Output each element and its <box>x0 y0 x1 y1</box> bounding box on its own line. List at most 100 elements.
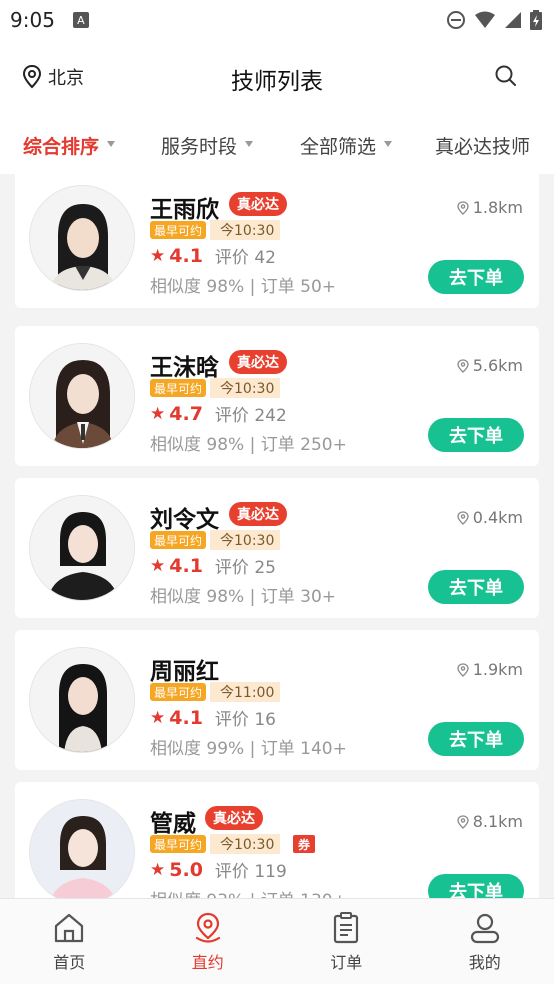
availability: 最早可约 今11:00 <box>150 682 281 702</box>
tab-label: 综合排序 <box>23 136 100 158</box>
rating-score: 4.7 <box>169 402 203 425</box>
technician-card[interactable]: 周丽红 最早可约 今11:00 ★ 4.1 评价 16 相似度 99% | 订单… <box>15 630 539 770</box>
rating-row: ★ 4.1 评价 42 <box>150 243 276 269</box>
rating-score: 5.0 <box>169 858 203 881</box>
technician-card[interactable]: 王雨欣 真必达 最早可约 今10:30 ★ 4.1 评价 42 相似度 98% … <box>15 174 539 308</box>
tab-time-slot[interactable]: 服务时段 <box>161 132 254 159</box>
star-icon: ★ <box>150 245 166 266</box>
place-order-button[interactable]: 去下单 <box>428 418 524 452</box>
technician-stats: 相似度 99% | 订单 140+ <box>150 739 347 759</box>
technician-name: 刘令文 <box>150 507 219 533</box>
location-pin-icon <box>457 662 469 677</box>
technician-name: 王雨欣 <box>150 197 219 223</box>
caret-down-icon <box>384 140 393 147</box>
distance: 1.8km <box>457 198 523 217</box>
technician-stats: 相似度 98% | 订单 30+ <box>150 587 337 607</box>
caret-down-icon <box>107 140 116 147</box>
distance: 0.4km <box>457 508 523 527</box>
availability-label: 最早可约 <box>150 379 207 397</box>
notification-a-icon: A <box>72 12 89 28</box>
availability-time: 今11:00 <box>210 682 281 702</box>
coupon-badge: 券 <box>293 835 316 853</box>
nav-label: 直约 <box>191 953 224 972</box>
status-bar: 9:05 A <box>0 0 554 40</box>
nav-label: 我的 <box>468 953 501 972</box>
technician-card[interactable]: 刘令文 真必达 最早可约 今10:30 ★ 4.1 评价 25 相似度 98% … <box>15 478 539 618</box>
review-count: 评价 42 <box>214 248 276 268</box>
header: 北京 技师列表 <box>0 40 554 112</box>
place-order-button[interactable]: 去下单 <box>428 874 524 898</box>
place-order-button[interactable]: 去下单 <box>428 260 524 294</box>
location-pin-icon <box>195 912 220 943</box>
technician-avatar <box>29 647 135 753</box>
do-not-disturb-icon <box>447 11 465 29</box>
battery-icon <box>530 10 542 30</box>
distance-value: 5.6km <box>472 356 523 375</box>
caret-down-icon <box>245 140 254 147</box>
rating-score: 4.1 <box>169 554 203 577</box>
distance-value: 0.4km <box>472 508 523 527</box>
location-pin-icon <box>457 510 469 525</box>
review-count: 评价 16 <box>214 710 276 730</box>
technician-name: 周丽红 <box>150 659 219 685</box>
bottom-nav: 首页 直约 订单 我的 <box>0 898 554 984</box>
review-count: 评价 242 <box>214 406 287 426</box>
location-pin-icon <box>457 200 469 215</box>
review-count: 评价 119 <box>214 862 287 882</box>
place-order-button[interactable]: 去下单 <box>428 570 524 604</box>
clipboard-icon <box>334 912 359 944</box>
page-title: 技师列表 <box>231 69 323 95</box>
technician-stats: 相似度 98% | 订单 50+ <box>150 277 337 297</box>
technician-name: 王沫晗 <box>150 355 219 381</box>
availability: 最早可约 今10:30 <box>150 220 281 240</box>
nav-profile[interactable]: 我的 <box>416 899 554 984</box>
nav-home[interactable]: 首页 <box>0 899 139 984</box>
review-count: 评价 25 <box>214 558 276 578</box>
technician-avatar <box>29 799 135 898</box>
technician-avatar <box>29 185 135 291</box>
home-icon <box>55 913 84 943</box>
availability: 最早可约 今10:30 <box>150 530 281 550</box>
technician-card[interactable]: 管威 真必达 最早可约 今10:30 券 ★ 5.0 评价 119 相似度 93… <box>15 782 539 898</box>
availability: 最早可约 今10:30 <box>150 834 281 854</box>
rating-row: ★ 4.7 评价 242 <box>150 401 287 427</box>
verified-badge: 真必达 <box>229 502 287 526</box>
technician-avatar <box>29 343 135 449</box>
technician-stats: 相似度 93% | 订单 130+ <box>150 886 347 898</box>
tab-sort[interactable]: 综合排序 <box>23 132 116 159</box>
distance-value: 1.8km <box>472 198 523 217</box>
nav-direct-booking[interactable]: 直约 <box>139 899 278 984</box>
availability-label: 最早可约 <box>150 835 207 853</box>
technician-card[interactable]: 王沫晗 真必达 最早可约 今10:30 ★ 4.7 评价 242 相似度 98%… <box>15 326 539 466</box>
distance: 8.1km <box>457 812 523 831</box>
tab-all-filters[interactable]: 全部筛选 <box>300 132 393 159</box>
tab-verified-technicians[interactable]: 真必达技师 <box>435 132 530 159</box>
rating-row: ★ 4.1 评价 25 <box>150 553 276 579</box>
availability-label: 最早可约 <box>150 221 207 239</box>
technician-list[interactable]: 王雨欣 真必达 最早可约 今10:30 ★ 4.1 评价 42 相似度 98% … <box>0 174 554 898</box>
distance: 5.6km <box>457 356 523 375</box>
availability-time: 今10:30 <box>210 530 281 550</box>
nav-orders[interactable]: 订单 <box>277 899 416 984</box>
distance: 1.9km <box>457 660 523 679</box>
verified-badge: 真必达 <box>205 806 263 830</box>
availability-label: 最早可约 <box>150 683 207 701</box>
star-icon: ★ <box>150 555 166 576</box>
rating-row: ★ 5.0 评价 119 <box>150 857 287 883</box>
search-icon[interactable] <box>494 64 518 88</box>
tab-label: 真必达技师 <box>435 136 531 158</box>
tab-label: 服务时段 <box>161 136 238 158</box>
tab-label: 全部筛选 <box>300 136 377 158</box>
rating-score: 4.1 <box>169 706 203 729</box>
filter-tabs: 综合排序 服务时段 全部筛选 真必达技师 <box>0 112 554 174</box>
technician-stats: 相似度 98% | 订单 250+ <box>150 435 347 455</box>
status-time: 9:05 <box>10 8 55 32</box>
nav-label: 首页 <box>53 953 86 972</box>
star-icon: ★ <box>150 707 166 728</box>
availability-time: 今10:30 <box>210 220 281 240</box>
verified-badge: 真必达 <box>229 192 287 216</box>
place-order-button[interactable]: 去下单 <box>428 722 524 756</box>
rating-score: 4.1 <box>169 244 203 267</box>
distance-value: 1.9km <box>472 660 523 679</box>
user-icon <box>470 913 499 944</box>
